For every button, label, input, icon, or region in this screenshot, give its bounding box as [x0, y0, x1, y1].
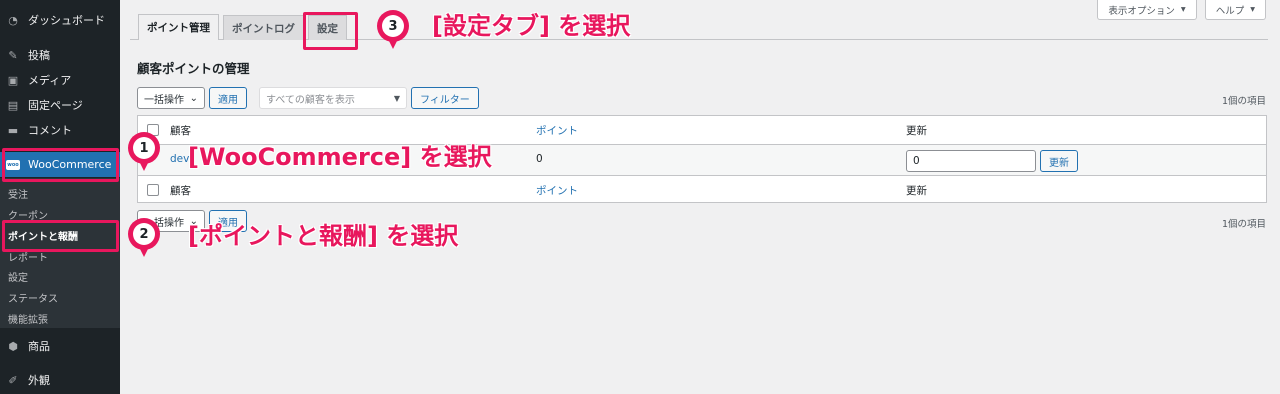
menu-appearance-label: 外観 [28, 374, 50, 387]
item-count-bottom: 1個の項目 [1221, 219, 1266, 230]
menu-pages[interactable]: ▤ 固定ページ [0, 93, 120, 117]
caret-down-icon: ▼ [393, 93, 400, 103]
screen-options-label: 表示オプション [1108, 5, 1175, 17]
highlight-woocommerce-menu [2, 148, 119, 182]
step-3-number: 3 [382, 15, 404, 37]
tab-points-management[interactable]: ポイント管理 [138, 14, 219, 40]
step-2-number: 2 [133, 223, 155, 245]
table-footer-row: 顧客 ポイント 更新 [138, 176, 1266, 204]
menu-products-label: 商品 [28, 340, 50, 353]
footer-update: 更新 [906, 185, 927, 197]
apply-button[interactable]: 適用 [209, 87, 247, 109]
brush-icon: ✐ [8, 373, 18, 387]
points-value: 0 [536, 153, 543, 165]
dashboard-icon: ◔ [8, 13, 18, 27]
customer-filter-placeholder: すべての顧客を表示 [266, 94, 355, 106]
points-input[interactable]: 0 [906, 150, 1036, 172]
footer-customer[interactable]: 顧客 [170, 183, 191, 198]
header-update: 更新 [906, 125, 927, 137]
menu-appearance[interactable]: ✐ 外観 [0, 368, 120, 392]
chevron-down-icon: ⌄ [189, 92, 198, 104]
bulk-action-select[interactable]: 一括操作 ⌄ [137, 87, 205, 109]
submenu-status[interactable]: ステータス [8, 290, 58, 305]
tab-points-log[interactable]: ポイントログ [223, 15, 304, 40]
filter-button[interactable]: フィルター [411, 87, 479, 109]
step-1-callout: [WooCommerce] を選択 [188, 143, 492, 171]
bulk-action-label: 一括操作 [144, 94, 184, 106]
step-3-callout: [設定タブ] を選択 [432, 12, 631, 40]
menu-dashboard[interactable]: ◔ ダッシュボード [0, 8, 120, 32]
submenu-extensions[interactable]: 機能拡張 [8, 311, 48, 326]
menu-posts[interactable]: ✎ 投稿 [0, 43, 120, 67]
help-button[interactable]: ヘルプ ▾ [1204, 0, 1266, 20]
top-tablenav: 一括操作 ⌄ 適用 すべての顧客を表示 ▼ フィルター [137, 87, 479, 109]
caret-down-icon: ▾ [1250, 4, 1255, 15]
page-title: 顧客ポイントの管理 [137, 61, 250, 76]
media-icon: ▣ [7, 73, 19, 87]
box-icon: ⬢ [8, 339, 18, 353]
step-2-callout: [ポイントと報酬] を選択 [188, 222, 459, 250]
screen-meta-links: 表示オプション ▾ ヘルプ ▾ [1097, 0, 1266, 20]
menu-pages-label: 固定ページ [28, 99, 83, 112]
item-count-top: 1個の項目 [1221, 96, 1266, 107]
menu-media-label: メディア [28, 74, 72, 87]
highlight-points-rewards-submenu [2, 220, 119, 252]
menu-comments-label: コメント [28, 124, 72, 137]
page-icon: ▤ [7, 98, 19, 112]
customer-link[interactable]: dev [170, 153, 189, 165]
screen-options-button[interactable]: 表示オプション ▾ [1097, 0, 1197, 20]
woocommerce-submenu: 受注 クーポン ポイントと報酬 レポート 設定 ステータス 機能拡張 [0, 178, 120, 328]
header-points[interactable]: ポイント [536, 123, 578, 138]
step-1-number: 1 [133, 137, 155, 159]
comment-icon: ▬ [7, 123, 19, 137]
menu-products[interactable]: ⬢ 商品 [0, 334, 120, 358]
footer-points[interactable]: ポイント [536, 183, 578, 198]
menu-media[interactable]: ▣ メディア [0, 68, 120, 92]
update-button[interactable]: 更新 [1040, 150, 1078, 172]
admin-sidebar: ◔ ダッシュボード ✎ 投稿 ▣ メディア ▤ 固定ページ ▬ コメント woo… [0, 0, 120, 394]
menu-comments[interactable]: ▬ コメント [0, 118, 120, 142]
menu-posts-label: 投稿 [28, 49, 50, 62]
select-all-checkbox-footer[interactable] [147, 184, 159, 196]
highlight-settings-tab [303, 12, 358, 50]
menu-dashboard-label: ダッシュボード [28, 14, 105, 27]
caret-down-icon: ▾ [1180, 4, 1186, 15]
submenu-settings[interactable]: 設定 [8, 269, 28, 284]
pin-icon: ✎ [8, 48, 18, 62]
submenu-orders[interactable]: 受注 [8, 186, 28, 201]
header-customer[interactable]: 顧客 [170, 123, 191, 138]
help-label: ヘルプ [1215, 5, 1245, 17]
customer-filter-select[interactable]: すべての顧客を表示 ▼ [259, 87, 407, 109]
